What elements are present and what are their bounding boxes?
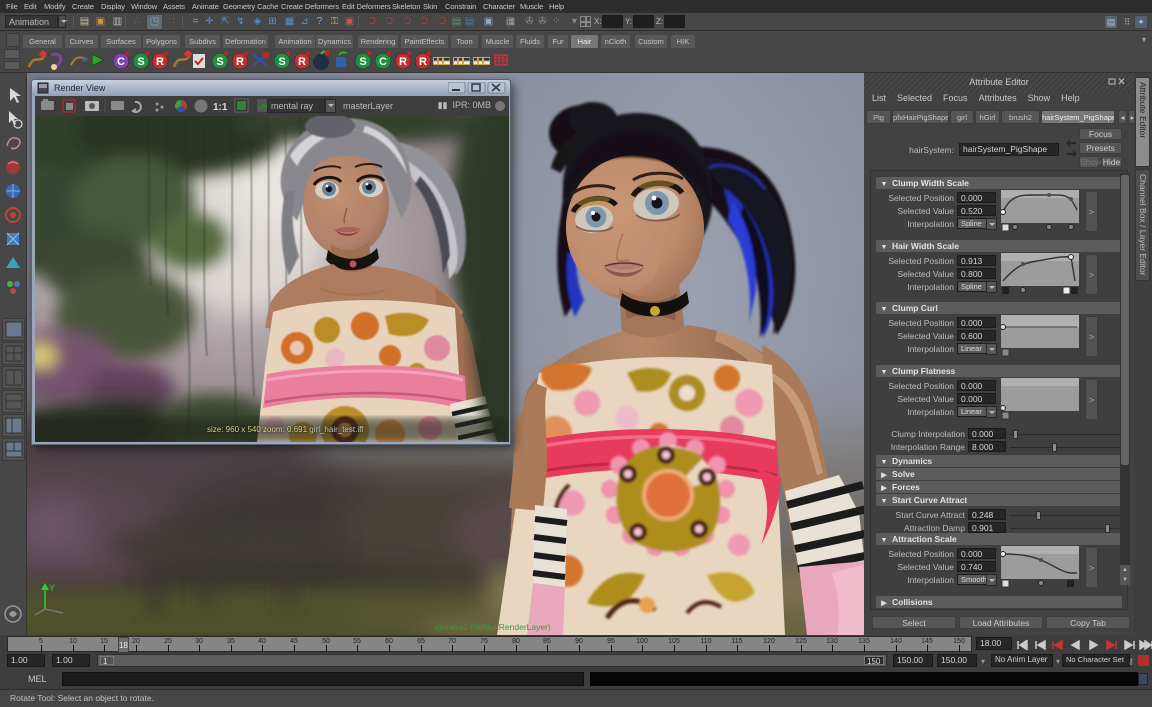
svg-text:C: C [117, 56, 125, 68]
svg-text:R: R [399, 56, 407, 68]
svg-text:S: S [278, 56, 285, 68]
svg-text:Y: Y [49, 583, 55, 593]
svg-text:S: S [359, 56, 366, 68]
svg-text:S: S [137, 56, 144, 68]
svg-text:1:1: 1:1 [213, 102, 228, 113]
svg-text:R: R [156, 56, 164, 68]
svg-text:R: R [298, 56, 306, 68]
svg-text:R: R [419, 56, 427, 68]
svg-text:R: R [236, 56, 244, 68]
svg-text:C: C [379, 56, 387, 68]
svg-text:S: S [216, 56, 223, 68]
